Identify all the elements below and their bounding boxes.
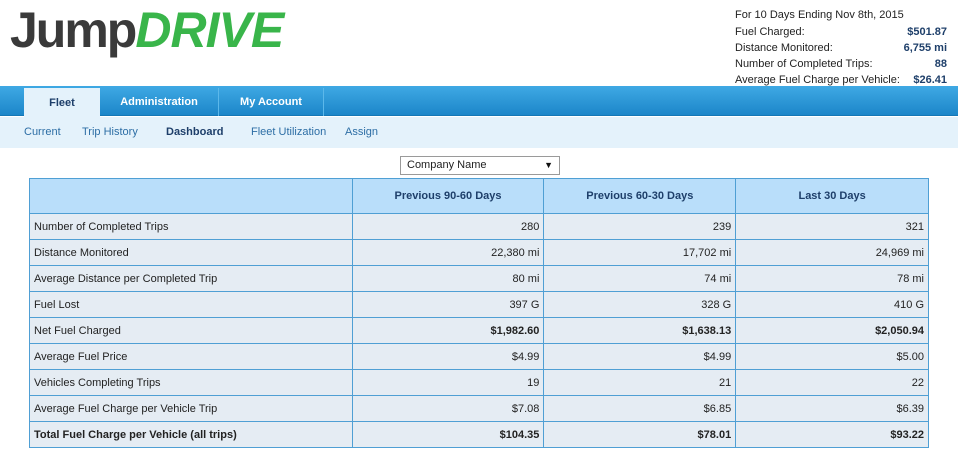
table-row: Net Fuel Charged $1,982.60 $1,638.13 $2,… — [29, 317, 929, 344]
cell-value: $6.39 — [735, 395, 929, 422]
cell-value: 280 — [351, 213, 545, 240]
cell-value: $2,050.94 — [735, 317, 929, 344]
summary-label: Distance Monitored: — [735, 42, 833, 54]
table-row: Average Fuel Price $4.99 $4.99 $5.00 — [29, 343, 929, 370]
dropdown-arrow-icon: ▼ — [544, 160, 553, 170]
table-row: Average Fuel Charge per Vehicle Trip $7.… — [29, 395, 929, 422]
cell-value: 239 — [543, 213, 737, 240]
summary-label: Number of Completed Trips: — [735, 58, 873, 70]
table-header-row: Previous 90-60 Days Previous 60-30 Days … — [29, 178, 929, 214]
row-label: Vehicles Completing Trips — [29, 369, 353, 396]
cell-value: 74 mi — [543, 265, 737, 292]
company-select[interactable]: Company Name ▼ — [400, 156, 560, 175]
table-row: Vehicles Completing Trips 19 21 22 — [29, 369, 929, 396]
row-label: Average Distance per Completed Trip — [29, 265, 353, 292]
tab-administration[interactable]: Administration — [100, 88, 219, 116]
table-row: Fuel Lost 397 G 328 G 410 G — [29, 291, 929, 318]
table-row: Distance Monitored 22,380 mi 17,702 mi 2… — [29, 239, 929, 266]
summary-value: 88 — [934, 58, 947, 70]
cell-value: 22 — [735, 369, 929, 396]
column-header: Last 30 Days — [735, 178, 929, 214]
summary-panel: For 10 Days Ending Nov 8th, 2015 Fuel Ch… — [735, 8, 947, 88]
jumpdrive-logo[interactable]: Jump DRIVE — [10, 2, 284, 58]
dashboard-table: Previous 90-60 Days Previous 60-30 Days … — [29, 178, 929, 448]
subnav-item-assign[interactable]: Assign — [345, 126, 378, 138]
cell-value: 321 — [735, 213, 929, 240]
logo-text-jump: Jump — [10, 2, 137, 58]
cell-value: 410 G — [735, 291, 929, 318]
cell-value: 80 mi — [351, 265, 545, 292]
logo-text-drive: DRIVE — [135, 2, 284, 58]
tab-fleet[interactable]: Fleet — [24, 88, 100, 117]
cell-value: 24,969 mi — [735, 239, 929, 266]
summary-row-trips: Number of Completed Trips: 88 — [735, 56, 947, 72]
cell-value: 78 mi — [735, 265, 929, 292]
cell-value: $93.22 — [735, 421, 929, 448]
tab-my-account[interactable]: My Account — [219, 88, 324, 116]
summary-period: For 10 Days Ending Nov 8th, 2015 — [735, 9, 904, 21]
summary-row-distance: Distance Monitored: 6,755 mi — [735, 40, 947, 56]
column-header — [29, 178, 353, 214]
row-label: Fuel Lost — [29, 291, 353, 318]
cell-value: 397 G — [351, 291, 545, 318]
summary-value: 6,755 mi — [903, 42, 947, 54]
main-nav: Fleet Administration My Account — [0, 86, 958, 117]
column-header: Previous 90-60 Days — [351, 178, 545, 214]
cell-value: $6.85 — [543, 395, 737, 422]
subnav-item-fleet-utilization[interactable]: Fleet Utilization — [251, 126, 326, 138]
summary-value: $501.87 — [907, 26, 947, 38]
company-select-value: Company Name — [407, 159, 487, 171]
cell-value: $1,982.60 — [351, 317, 545, 344]
subnav-item-trip-history[interactable]: Trip History — [82, 126, 138, 138]
cell-value: 17,702 mi — [543, 239, 737, 266]
table-row: Number of Completed Trips 280 239 321 — [29, 213, 929, 240]
row-label: Average Fuel Charge per Vehicle Trip — [29, 395, 353, 422]
cell-value: $1,638.13 — [543, 317, 737, 344]
table-row: Average Distance per Completed Trip 80 m… — [29, 265, 929, 292]
subnav-item-current[interactable]: Current — [24, 126, 61, 138]
cell-value: 21 — [543, 369, 737, 396]
cell-value: $78.01 — [543, 421, 737, 448]
cell-value: $4.99 — [351, 343, 545, 370]
row-label: Total Fuel Charge per Vehicle (all trips… — [29, 421, 353, 448]
cell-value: 328 G — [543, 291, 737, 318]
cell-value: $4.99 — [543, 343, 737, 370]
subnav-item-dashboard[interactable]: Dashboard — [166, 126, 223, 138]
cell-value: 22,380 mi — [351, 239, 545, 266]
summary-label: Fuel Charged: — [735, 26, 805, 38]
cell-value: 19 — [351, 369, 545, 396]
cell-value: $7.08 — [351, 395, 545, 422]
cell-value: $5.00 — [735, 343, 929, 370]
row-label: Distance Monitored — [29, 239, 353, 266]
table-row-total: Total Fuel Charge per Vehicle (all trips… — [29, 421, 929, 448]
cell-value: $104.35 — [351, 421, 545, 448]
row-label: Average Fuel Price — [29, 343, 353, 370]
row-label: Net Fuel Charged — [29, 317, 353, 344]
summary-row-fuel-charged: Fuel Charged: $501.87 — [735, 24, 947, 40]
column-header: Previous 60-30 Days — [543, 178, 737, 214]
row-label: Number of Completed Trips — [29, 213, 353, 240]
sub-nav: Current Trip History Dashboard Fleet Uti… — [0, 117, 958, 148]
